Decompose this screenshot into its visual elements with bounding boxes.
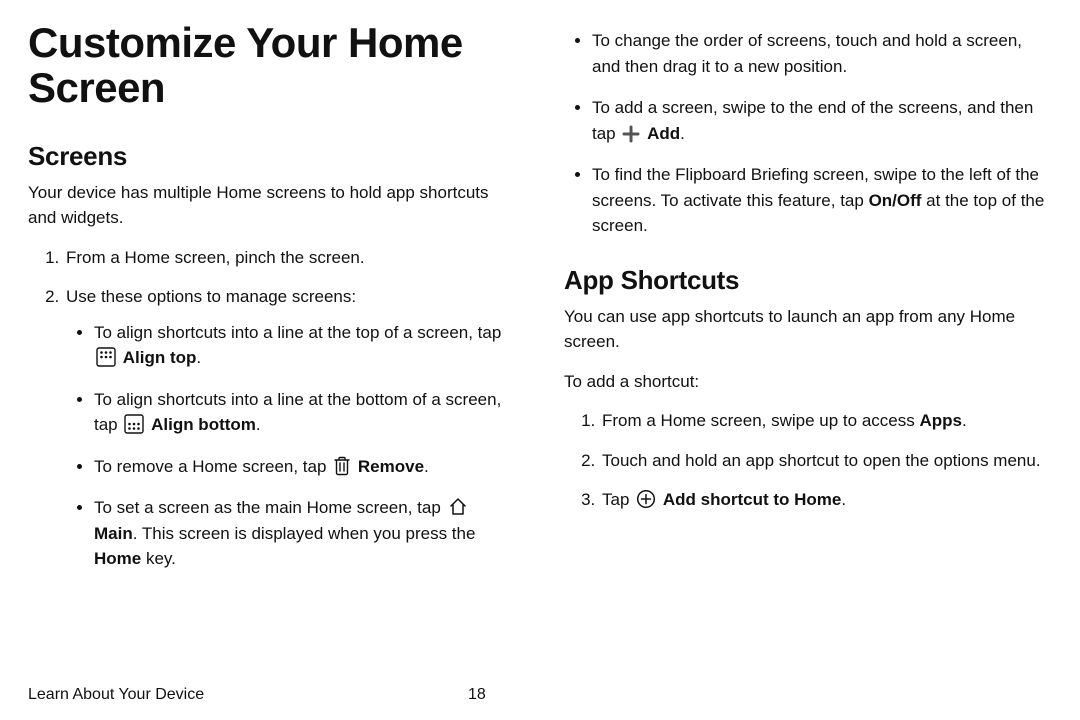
bullet-flipboard-label: On/Off <box>869 191 922 210</box>
app-shortcuts-lead: To add a shortcut: <box>564 369 1052 395</box>
right-column: To change the order of screens, touch an… <box>564 20 1052 678</box>
screens-intro: Your device has multiple Home screens to… <box>28 180 516 231</box>
bullet-remove-text: To remove a Home screen, tap <box>94 457 331 476</box>
bullet-align-bottom: To align shortcuts into a line at the bo… <box>94 387 516 438</box>
two-column-layout: Customize Your Home Screen Screens Your … <box>28 20 1052 678</box>
bullet-align-top-label: Align top <box>123 348 197 367</box>
bullet-align-top-text: To align shortcuts into a line at the to… <box>94 323 501 342</box>
footer-section-label: Learn About Your Device <box>28 686 468 704</box>
app-shortcuts-intro: You can use app shortcuts to launch an a… <box>564 304 1052 355</box>
bullet-main-text: To set a screen as the main Home screen,… <box>94 498 446 517</box>
apps-step-3-period: . <box>841 490 846 509</box>
bullet-main-home-key: Home <box>94 549 141 568</box>
heading-app-shortcuts: App Shortcuts <box>564 265 1052 296</box>
align-bottom-icon <box>124 414 144 434</box>
apps-step-2: Touch and hold an app shortcut to open t… <box>600 448 1052 474</box>
manage-screens-bullets-continued: To change the order of screens, touch an… <box>592 28 1052 239</box>
home-icon <box>448 497 468 517</box>
bullet-add-screen: To add a screen, swipe to the end of the… <box>592 95 1052 146</box>
bullet-main: To set a screen as the main Home screen,… <box>94 495 516 572</box>
screens-step-2-text: Use these options to manage screens: <box>66 287 356 306</box>
apps-step-1-period: . <box>962 411 967 430</box>
bullet-flipboard: To find the Flipboard Briefing screen, s… <box>592 162 1052 239</box>
bullet-main-tail: key. <box>141 549 176 568</box>
bullet-remove: To remove a Home screen, tap Remove. <box>94 454 516 480</box>
apps-step-3-text: Tap <box>602 490 634 509</box>
left-column: Customize Your Home Screen Screens Your … <box>28 20 516 678</box>
bullet-align-top-period: . <box>196 348 201 367</box>
bullet-main-label: Main <box>94 524 133 543</box>
circle-plus-icon <box>636 489 656 509</box>
page-footer: Learn About Your Device 18 <box>28 678 1052 704</box>
bullet-remove-label: Remove <box>358 457 424 476</box>
bullet-main-mid: . This screen is displayed when you pres… <box>133 524 476 543</box>
manage-screens-bullets: To align shortcuts into a line at the to… <box>94 320 516 572</box>
apps-step-1: From a Home screen, swipe up to access A… <box>600 408 1052 434</box>
bullet-align-top: To align shortcuts into a line at the to… <box>94 320 516 371</box>
apps-step-3-label: Add shortcut to Home <box>663 490 842 509</box>
screens-steps: From a Home screen, pinch the screen. Us… <box>64 245 516 572</box>
align-top-icon <box>96 347 116 367</box>
apps-step-3: Tap Add shortcut to Home. <box>600 487 1052 513</box>
bullet-add-screen-label: Add <box>647 124 680 143</box>
bullet-align-bottom-period: . <box>256 415 261 434</box>
screens-step-1: From a Home screen, pinch the screen. <box>64 245 516 271</box>
heading-screens: Screens <box>28 141 516 172</box>
manual-page: Customize Your Home Screen Screens Your … <box>0 0 1080 720</box>
bullet-reorder: To change the order of screens, touch an… <box>592 28 1052 79</box>
apps-step-1-label: Apps <box>919 411 962 430</box>
screens-step-2: Use these options to manage screens: To … <box>64 284 516 572</box>
footer-page-number: 18 <box>468 686 486 704</box>
page-title: Customize Your Home Screen <box>28 20 516 111</box>
plus-icon <box>622 125 640 143</box>
app-shortcuts-steps: From a Home screen, swipe up to access A… <box>600 408 1052 513</box>
bullet-add-screen-period: . <box>680 124 685 143</box>
trash-icon <box>333 456 351 476</box>
apps-step-1-text: From a Home screen, swipe up to access <box>602 411 919 430</box>
bullet-remove-period: . <box>424 457 429 476</box>
bullet-align-bottom-label: Align bottom <box>151 415 256 434</box>
